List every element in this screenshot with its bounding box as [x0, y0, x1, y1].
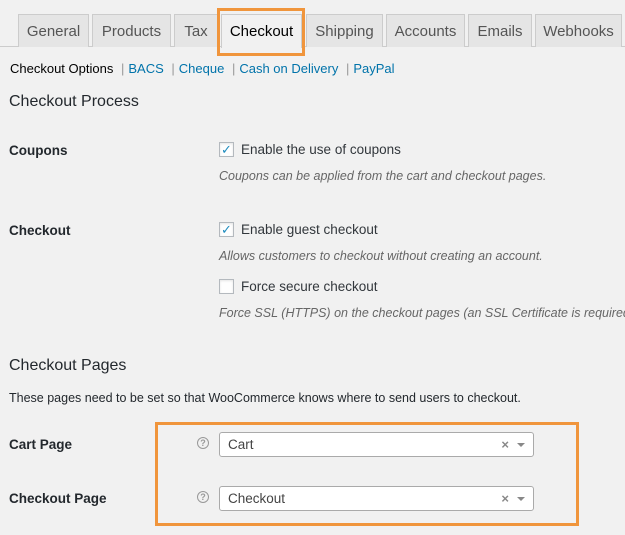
subnav-separator: | [345, 61, 350, 76]
tab-emails[interactable]: Emails [468, 14, 532, 47]
tab-webhooks[interactable]: Webhooks [535, 14, 622, 47]
force-secure-checkout-checkbox[interactable] [219, 279, 234, 294]
coupons-description: Coupons can be applied from the cart and… [219, 169, 547, 183]
subnav-separator: | [171, 61, 175, 76]
dropdown-arrow-icon [517, 443, 525, 447]
checkout-label: Checkout [9, 223, 71, 238]
guest-checkout-description: Allows customers to checkout without cre… [219, 249, 543, 263]
checkmark-icon: ✓ [221, 222, 232, 237]
tab-shipping[interactable]: Shipping [306, 14, 383, 47]
tab-general[interactable]: General [18, 14, 89, 47]
tab-tax[interactable]: Tax [174, 14, 218, 47]
subnav-separator: | [120, 61, 125, 76]
cart-page-select[interactable]: Cart × [219, 432, 534, 457]
tab-accounts[interactable]: Accounts [386, 14, 465, 47]
cart-page-selected-value: Cart [228, 437, 254, 452]
secure-checkout-option: Force secure checkout [219, 279, 378, 294]
checkout-page-label: Checkout Page [9, 491, 107, 506]
subnav-link-paypal[interactable]: PayPal [353, 61, 394, 76]
tab-checkout[interactable]: Checkout [221, 14, 302, 48]
section-heading-checkout-process: Checkout Process [9, 93, 139, 110]
enable-guest-checkout-label: Enable guest checkout [241, 222, 378, 237]
help-icon[interactable]: ? [197, 491, 209, 503]
clear-selection-icon[interactable]: × [501, 491, 509, 506]
tab-products[interactable]: Products [92, 14, 171, 47]
enable-coupons-checkbox[interactable]: ✓ [219, 142, 234, 157]
checkout-subnav: Checkout Options | BACS | Cheque | Cash on … [10, 61, 395, 76]
checkout-page-selected-value: Checkout [228, 491, 286, 506]
enable-coupons-label: Enable the use of coupons [241, 142, 401, 157]
subnav-link-cheque[interactable]: Cheque [179, 61, 225, 76]
help-icon[interactable]: ? [197, 437, 209, 449]
secure-checkout-description: Force SSL (HTTPS) on the checkout pages … [219, 306, 625, 320]
subnav-current: Checkout Options [10, 61, 114, 76]
enable-guest-checkout-checkbox[interactable]: ✓ [219, 222, 234, 237]
guest-checkout-option: ✓ Enable guest checkout [219, 222, 378, 237]
cart-page-label: Cart Page [9, 437, 73, 452]
dropdown-arrow-icon [517, 497, 525, 501]
checkmark-icon: ✓ [221, 142, 232, 157]
subnav-link-cod[interactable]: Cash on Delivery [239, 61, 338, 76]
settings-tab-bar: General Products Tax Checkout Shipping A… [0, 0, 625, 48]
section-heading-checkout-pages: Checkout Pages [9, 357, 127, 374]
subnav-link-bacs[interactable]: BACS [128, 61, 163, 76]
subnav-separator: | [231, 61, 236, 76]
checkout-page-select[interactable]: Checkout × [219, 486, 534, 511]
clear-selection-icon[interactable]: × [501, 437, 509, 452]
coupons-label: Coupons [9, 143, 68, 158]
checkout-pages-intro: These pages need to be set so that WooCo… [9, 391, 521, 405]
force-secure-checkout-label: Force secure checkout [241, 279, 378, 294]
coupons-option: ✓ Enable the use of coupons [219, 142, 401, 157]
